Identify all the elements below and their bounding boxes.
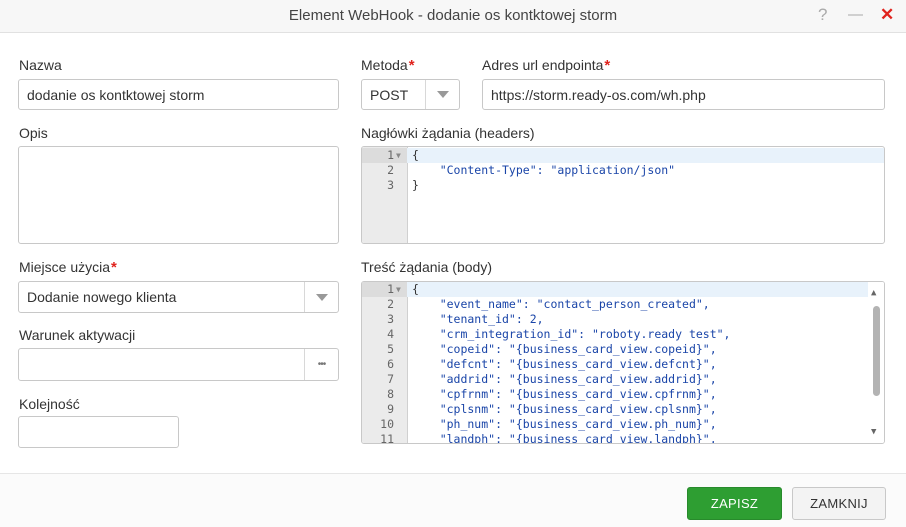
code-line: "event_name": "contact_person_created", — [412, 297, 710, 311]
fold-arrow-icon[interactable]: ▼ — [396, 282, 401, 297]
code-line: "landph": "{business_card_view.landph}", — [412, 432, 717, 444]
adres-label-text: Adres url endpointa — [482, 57, 604, 73]
miejsce-select[interactable]: Dodanie nowego klienta — [18, 281, 339, 313]
adres-value: https://storm.ready-os.com/wh.php — [491, 86, 706, 103]
code-line: "defcnt": "{business_card_view.defcnt}", — [412, 357, 717, 371]
nazwa-input[interactable]: dodanie os kontktowej storm — [18, 79, 339, 110]
code-line: "cplsnm": "{business_card_view.cplsnm}", — [412, 402, 717, 416]
required-marker: * — [111, 259, 117, 276]
save-button[interactable]: ZAPISZ — [687, 487, 782, 520]
metoda-value: POST — [370, 86, 409, 103]
code-line: } — [412, 178, 419, 192]
line-number: 9 — [387, 402, 394, 416]
line-number: 2 — [387, 163, 394, 177]
code-line: "tenant_id": 2, — [412, 312, 544, 326]
opis-textarea[interactable] — [18, 146, 339, 244]
code-line: { — [412, 148, 419, 162]
code-line: "crm_integration_id": "roboty.ready test… — [412, 327, 731, 341]
line-number: 8 — [387, 387, 394, 401]
kolejnosc-label: Kolejność — [19, 396, 80, 412]
code-line: "ph_num": "{business_card_view.ph_num}", — [412, 417, 717, 431]
editor-scrollbar[interactable]: ▲ ▼ — [868, 282, 884, 443]
minimize-icon[interactable]: — — [848, 5, 863, 25]
code-line: "addrid": "{business_card_view.addrid}", — [412, 372, 717, 386]
help-icon[interactable]: ? — [818, 5, 827, 25]
scrollbar-thumb[interactable] — [873, 306, 880, 396]
code-line: "copeid": "{business_card_view.copeid}", — [412, 342, 717, 356]
line-number: 1 — [387, 282, 394, 296]
metoda-select[interactable]: POST — [361, 79, 460, 110]
warunek-input[interactable]: ••• — [18, 348, 339, 381]
line-number: 2 — [387, 297, 394, 311]
line-number: 4 — [387, 327, 394, 341]
line-number: 11 — [380, 432, 394, 444]
window-title: Element WebHook - dodanie os kontktowej … — [288, 7, 618, 24]
adres-label: Adres url endpointa* — [482, 57, 610, 74]
metoda-label-text: Metoda — [361, 57, 408, 73]
line-number: 3 — [387, 178, 394, 192]
line-number: 7 — [387, 372, 394, 386]
opis-label: Opis — [19, 125, 48, 141]
code-line: "cpfrnm": "{business_card_view.cpfrnm}", — [412, 387, 717, 401]
metoda-label: Metoda* — [361, 57, 415, 74]
chevron-down-icon[interactable] — [425, 80, 459, 109]
required-marker: * — [408, 57, 415, 74]
nazwa-value: dodanie os kontktowej storm — [27, 86, 205, 103]
line-number: 1 — [387, 148, 394, 162]
close-button[interactable]: ZAMKNIJ — [792, 487, 886, 520]
scroll-down-icon[interactable]: ▼ — [871, 427, 876, 437]
title-bar: Element WebHook - dodanie os kontktowej … — [0, 0, 906, 33]
warunek-label: Warunek aktywacji — [19, 327, 136, 343]
miejsce-label-text: Miejsce użycia — [19, 259, 111, 275]
naglowki-label: Nagłówki żądania (headers) — [361, 125, 535, 141]
code-line: "Content-Type": "application/json" — [412, 163, 676, 177]
line-number: 10 — [380, 417, 394, 431]
line-number: 3 — [387, 312, 394, 326]
headers-code-editor[interactable]: 1 ▼ { 2 "Content-Type": "application/jso… — [361, 146, 885, 244]
miejsce-value: Dodanie nowego klienta — [27, 289, 177, 305]
line-number: 5 — [387, 342, 394, 356]
dialog-footer: ZAPISZ ZAMKNIJ — [0, 473, 906, 527]
required-marker: * — [604, 57, 611, 74]
close-icon[interactable]: ✕ — [880, 5, 894, 25]
kolejnosc-input[interactable] — [18, 416, 179, 448]
more-options-button[interactable]: ••• — [304, 349, 338, 380]
fold-arrow-icon[interactable]: ▼ — [396, 148, 401, 163]
nazwa-label: Nazwa — [19, 57, 62, 73]
code-line: { — [412, 282, 419, 296]
chevron-down-icon[interactable] — [304, 282, 338, 312]
body-code-editor[interactable]: 1 ▼ { 2 "event_name": "contact_person_cr… — [361, 281, 885, 444]
miejsce-label: Miejsce użycia* — [19, 259, 117, 276]
tresc-label: Treść żądania (body) — [361, 259, 492, 275]
line-number: 6 — [387, 357, 394, 371]
scroll-up-icon[interactable]: ▲ — [871, 288, 876, 298]
adres-input[interactable]: https://storm.ready-os.com/wh.php — [482, 79, 885, 110]
